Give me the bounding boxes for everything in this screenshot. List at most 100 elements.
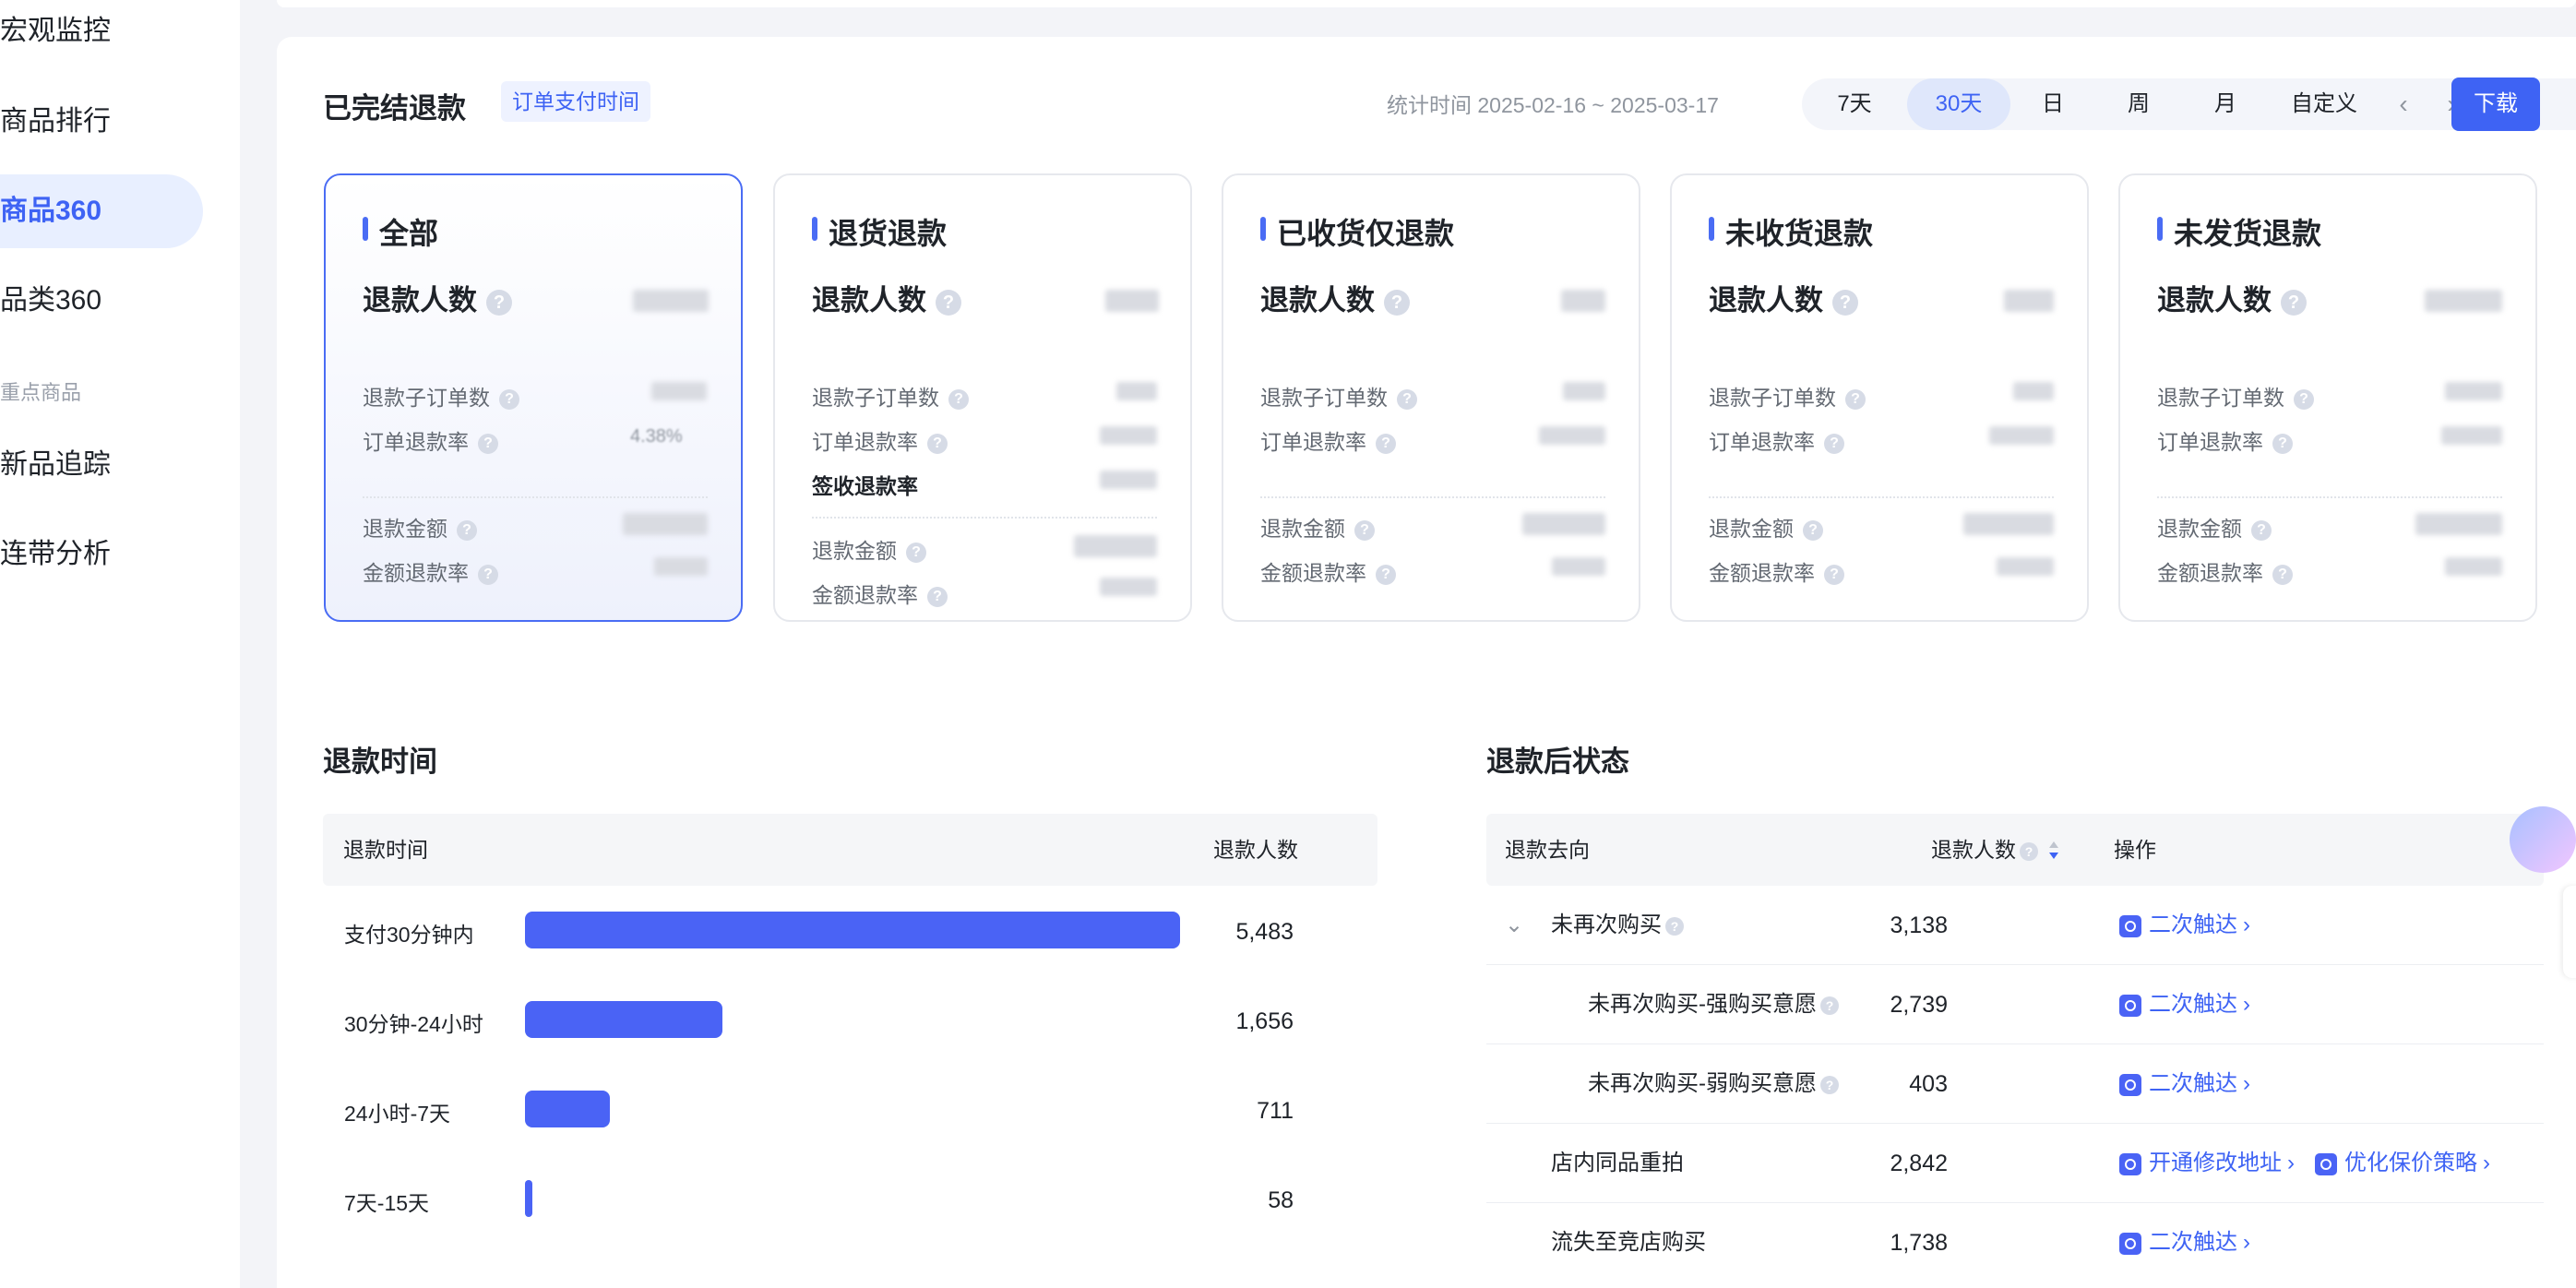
help-icon[interactable]: ?	[1824, 433, 1844, 454]
help-icon[interactable]: ?	[2272, 564, 2293, 585]
help-icon[interactable]: ?	[2272, 433, 2293, 454]
help-icon[interactable]: ?	[1376, 433, 1396, 454]
metric-label: 金额退款率?	[1709, 555, 1844, 587]
sort-icon[interactable]	[2047, 841, 2060, 862]
action-link-reach[interactable]: 二次触达 ›	[2119, 1203, 2250, 1282]
status-value: 3,138	[1890, 912, 1948, 938]
metric-text: 退款子订单数	[1709, 386, 1836, 410]
sidebar-item-category-360[interactable]: 品类360	[0, 264, 203, 338]
period-month[interactable]: 月	[2182, 78, 2269, 130]
sidebar-item-label: 新品追踪	[0, 449, 111, 480]
metric-text: 退款子订单数	[363, 386, 490, 410]
metric-label: 退款子订单数?	[1709, 380, 1866, 411]
help-icon[interactable]: ?	[1384, 289, 1410, 316]
metric-text: 订单退款率	[363, 430, 469, 454]
refund-card-return[interactable]: 退货退款 退款人数? 退款子订单数? 订单退款率? 签收退款率 退款金额? 金额…	[773, 173, 1192, 622]
status-row: 未再次购买-强购买意愿? 2,739 二次触达 ›	[1486, 965, 2544, 1044]
refund-time-bar[interactable]	[525, 1001, 722, 1038]
refund-time-label: 30分钟-24小时	[344, 1012, 483, 1036]
side-drawer-handle[interactable]	[2563, 886, 2576, 978]
metric-label: 退款金额?	[1709, 511, 1823, 543]
filter-pill[interactable]: 订单支付时间	[501, 81, 650, 122]
card-main-metric: 退款人数?	[363, 277, 512, 318]
metric-text: 退款金额	[2157, 517, 2242, 541]
sidebar-item-new-product-tracking[interactable]: 新品追踪	[0, 428, 203, 502]
period-30d[interactable]: 30天	[1907, 78, 2010, 130]
help-icon[interactable]: ?	[1397, 388, 1417, 410]
card-divider	[363, 496, 708, 498]
download-button[interactable]: 下载	[2451, 78, 2540, 131]
help-icon[interactable]: ?	[478, 564, 498, 585]
prev-chevron-icon[interactable]: ‹	[2379, 89, 2427, 119]
card-title: 未发货退款	[2157, 210, 2321, 253]
refund-card-not-shipped[interactable]: 未发货退款 退款人数? 退款子订单数? 订单退款率? 退款金额? 金额退款率?	[2118, 173, 2537, 622]
card-divider	[2157, 496, 2502, 498]
refund-time-bar[interactable]	[525, 912, 1180, 948]
help-icon[interactable]: ?	[478, 433, 498, 454]
action-link-reach[interactable]: 二次触达 ›	[2119, 886, 2250, 965]
chevron-right-icon: ›	[2243, 992, 2250, 1017]
help-icon[interactable]: ?	[927, 433, 948, 454]
help-icon[interactable]: ?	[2251, 519, 2272, 541]
refund-card-all[interactable]: 全部 退款人数? 退款子订单数? 订单退款率? 4.38% 退款金额? 金额退款…	[324, 173, 743, 622]
period-custom[interactable]: 自定义	[2269, 78, 2379, 130]
action-link-reach[interactable]: 二次触达 ›	[2119, 1044, 2250, 1124]
masked-value	[2445, 382, 2502, 400]
sidebar-item-macro-monitor[interactable]: 宏观监控	[0, 0, 203, 68]
help-icon[interactable]: ?	[927, 586, 948, 607]
masked-value	[2445, 557, 2502, 576]
refund-time-value: 5,483	[1235, 919, 1294, 945]
help-icon[interactable]: ?	[906, 542, 926, 563]
metric-label: 退款子订单数?	[1260, 380, 1417, 411]
masked-value	[2425, 290, 2502, 312]
metric-label: 订单退款率?	[2157, 424, 2293, 456]
masked-value	[1522, 513, 1605, 535]
action-link-change-address[interactable]: 开通修改地址 ›	[2119, 1124, 2295, 1203]
metric-label: 订单退款率?	[812, 424, 948, 456]
expand-chevron-icon[interactable]: ⌄	[1505, 886, 1523, 965]
masked-value	[1105, 290, 1159, 312]
sidebar-item-association-analysis[interactable]: 连带分析	[0, 518, 203, 591]
metric-text: 金额退款率	[2157, 561, 2263, 585]
action-link-price-protect[interactable]: 优化保价策略 ›	[2315, 1124, 2490, 1203]
help-icon[interactable]: ?	[1354, 519, 1375, 541]
help-icon[interactable]: ?	[457, 519, 477, 541]
refund-time-bar[interactable]	[525, 1180, 532, 1217]
metric-text: 退款金额	[1260, 517, 1345, 541]
help-icon[interactable]: ?	[486, 289, 512, 316]
assistant-float-icon[interactable]	[2510, 806, 2576, 873]
period-week[interactable]: 周	[2095, 78, 2182, 130]
sidebar-item-label: 连带分析	[0, 539, 111, 569]
help-icon[interactable]: ?	[1845, 388, 1866, 410]
metric-text: 退款金额	[363, 517, 447, 541]
help-icon[interactable]: ?	[1376, 564, 1396, 585]
metric-label: 退款金额?	[2157, 511, 2272, 543]
help-icon[interactable]: ?	[499, 388, 519, 410]
refund-card-received-refund-only[interactable]: 已收货仅退款 退款人数? 退款子订单数? 订单退款率? 退款金额? 金额退款率?	[1222, 173, 1640, 622]
help-icon[interactable]: ?	[948, 388, 969, 410]
period-day[interactable]: 日	[2010, 78, 2095, 130]
help-icon[interactable]: ?	[2294, 388, 2314, 410]
help-icon[interactable]: ?	[936, 289, 961, 316]
date-range-label: 统计时间 2025-02-16 ~ 2025-03-17	[1387, 93, 1719, 117]
period-7d[interactable]: 7天	[1802, 78, 1907, 130]
chevron-right-icon: ›	[2483, 1151, 2490, 1175]
metric-text: 退款子订单数	[1260, 386, 1388, 410]
help-icon[interactable]: ?	[2281, 289, 2307, 316]
metric-text: 签收退款率	[812, 474, 918, 498]
sidebar-item-product-ranking[interactable]: 商品排行	[0, 85, 203, 159]
metric-label: 金额退款率?	[1260, 555, 1396, 587]
help-icon[interactable]: ?	[1832, 289, 1858, 316]
column-header-count: 退款人数	[1213, 838, 1298, 862]
column-header-action: 操作	[2114, 838, 2156, 862]
refund-card-not-received[interactable]: 未收货退款 退款人数? 退款子订单数? 订单退款率? 退款金额? 金额退款率?	[1670, 173, 2089, 622]
metric-label: 退款子订单数?	[363, 380, 519, 411]
sidebar-item-product-360[interactable]: 商品360	[0, 174, 203, 248]
help-icon[interactable]: ?	[1824, 564, 1844, 585]
refund-time-bar[interactable]	[525, 1091, 610, 1127]
action-link-reach[interactable]: 二次触达 ›	[2119, 965, 2250, 1044]
metric-text: 金额退款率	[363, 561, 469, 585]
help-icon[interactable]: ?	[2020, 841, 2038, 861]
help-icon[interactable]: ?	[1665, 916, 1684, 936]
help-icon[interactable]: ?	[1803, 519, 1823, 541]
